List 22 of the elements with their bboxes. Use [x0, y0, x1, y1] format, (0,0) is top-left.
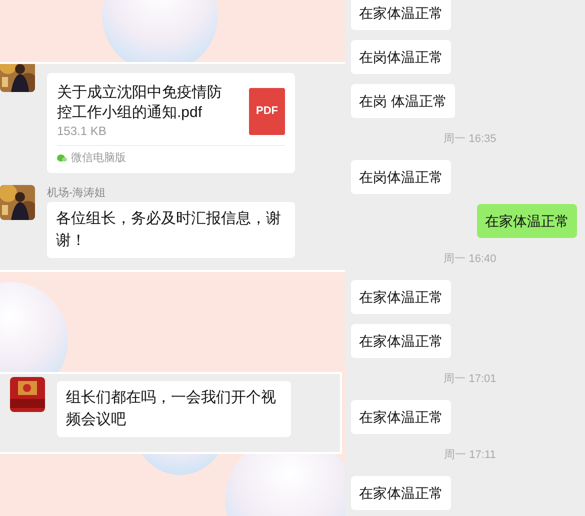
message-bubble[interactable]: 在家体温正常 [351, 0, 451, 30]
message-bubble[interactable]: 在岗 体温正常 [351, 84, 455, 118]
message-bubble[interactable]: 在岗体温正常 [351, 160, 451, 194]
message-bubble[interactable]: 在家体温正常 [351, 280, 451, 314]
file-name: 关于成立沈阳中免疫情防控工作小组的通知.pdf [57, 83, 223, 123]
message-bubble[interactable]: 在岗体温正常 [351, 40, 451, 74]
file-size: 153.1 KB [57, 123, 108, 139]
message-bubble[interactable]: 组长们都在吗，一会我们开个视频会议吧 [57, 381, 291, 437]
message-bubble[interactable]: 在家体温正常 [351, 476, 451, 510]
message-bubble[interactable]: 在家体温正常 [351, 324, 451, 358]
timestamp: 周一 16:40 [442, 252, 496, 267]
sent-message-bubble[interactable]: 在家体温正常 [477, 204, 577, 238]
message-bubble[interactable]: 在家体温正常 [351, 400, 451, 434]
timestamp: 周一 16:35 [442, 132, 496, 147]
file-message-card[interactable]: 关于成立沈阳中免疫情防控工作小组的通知.pdf 153.1 KB PDF 微信电脑版 [47, 73, 295, 172]
message-bubble[interactable]: 各位组长，务必及时汇报信息，谢谢！ [47, 202, 295, 258]
timestamp: 周一 17:11 [443, 448, 496, 463]
source-label: 微信电脑版 [71, 150, 126, 166]
file-type-label: PDF [256, 104, 278, 120]
timestamp: 周一 17:01 [442, 372, 496, 387]
sender-name: 机场-海涛姐 [47, 186, 107, 200]
chat-app-icon [57, 154, 67, 162]
